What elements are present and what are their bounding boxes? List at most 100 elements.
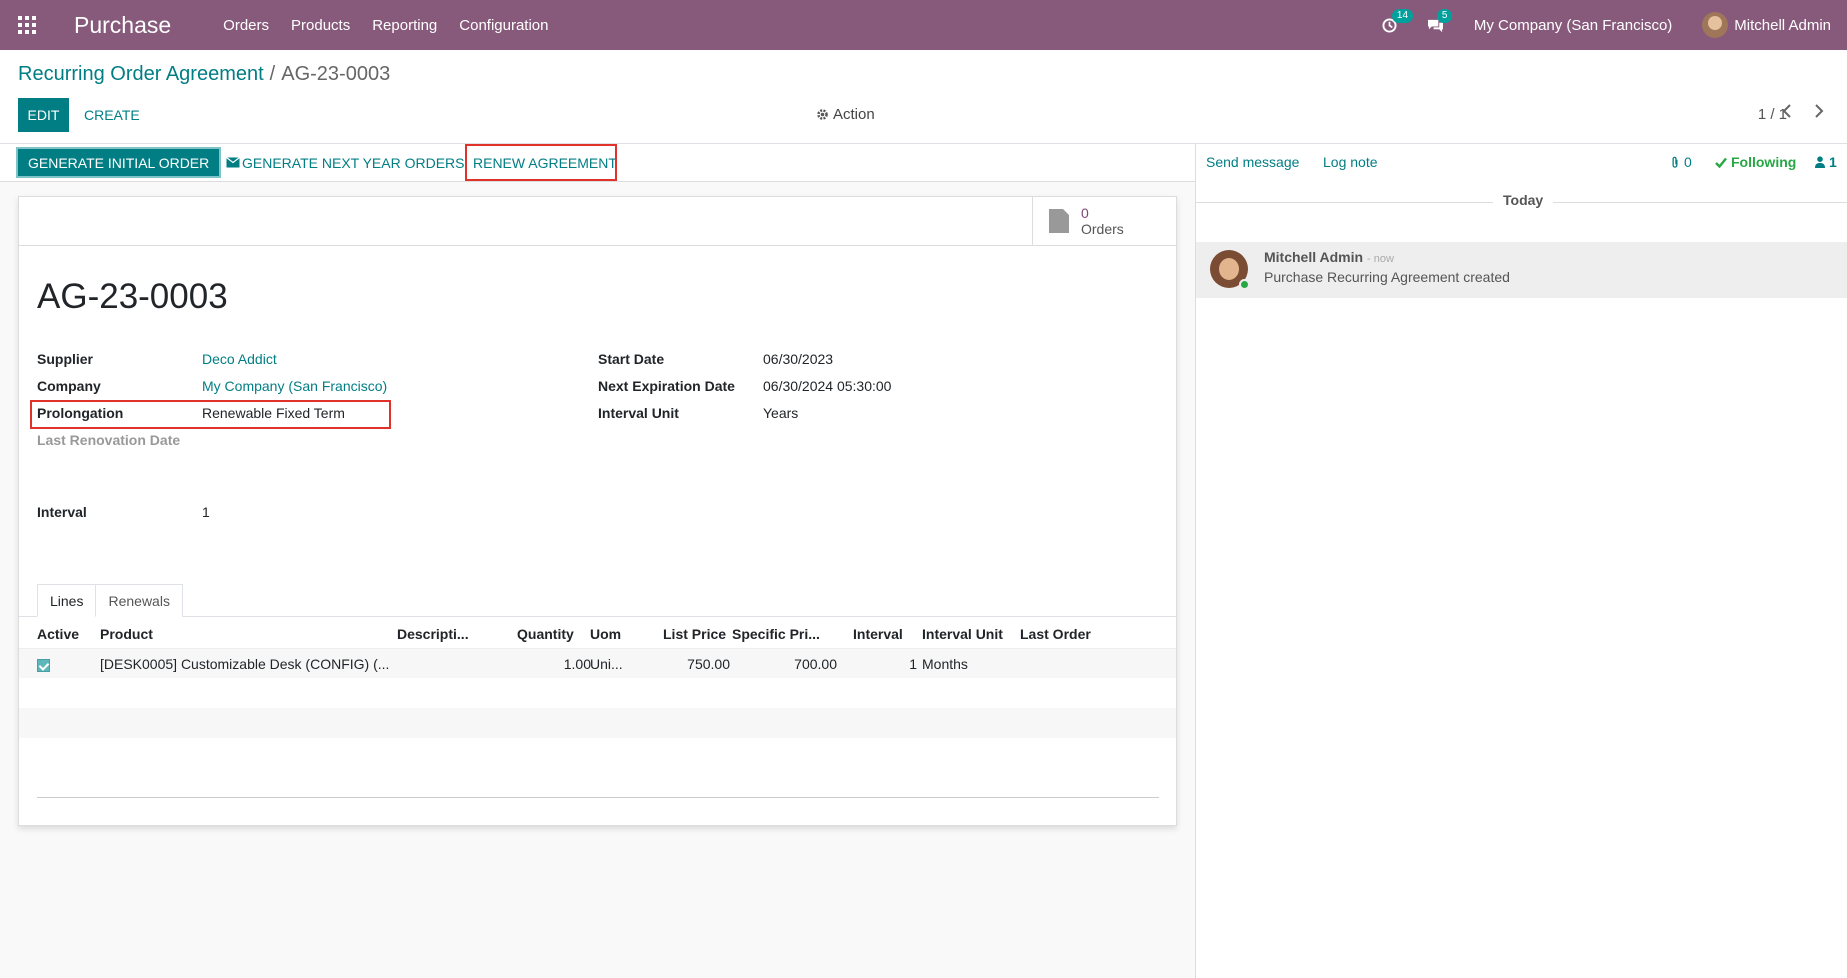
col-product[interactable]: Product (100, 626, 153, 642)
top-navbar: Purchase Orders Products Reporting Confi… (0, 0, 1847, 50)
orders-count: 0 (1081, 205, 1089, 221)
interval-value: 1 (202, 504, 210, 520)
interval-unit-value: Years (763, 405, 799, 421)
tab-lines[interactable]: Lines (37, 584, 97, 617)
breadcrumb: Recurring Order Agreement / AG-23-0003 (18, 63, 390, 86)
renew-highlight-box (465, 144, 617, 181)
empty-row (19, 678, 1176, 708)
breadcrumb-current: AG-23-0003 (281, 63, 391, 85)
action-label: Action (833, 106, 875, 123)
form-statusbar: GENERATE INITIAL ORDER GENERATE NEXT YEA… (0, 144, 1195, 182)
following-button[interactable]: Following (1715, 154, 1796, 170)
log-note-button[interactable]: Log note (1323, 154, 1378, 170)
row-quantity: 1.00 (563, 656, 591, 672)
last-renovation-date-label: Last Renovation Date (37, 432, 181, 448)
user-avatar (1702, 12, 1729, 38)
chatter-panel: Send message Log note 0 Following 1 Toda… (1195, 144, 1847, 978)
col-uom[interactable]: Uom (590, 626, 621, 642)
prolongation-highlight-box (30, 400, 391, 429)
user-menu[interactable]: Mitchell Admin (1702, 12, 1831, 38)
chevron-right-icon[interactable] (1813, 104, 1825, 118)
row-interval-unit: Months (922, 656, 968, 672)
envelope-icon (226, 157, 240, 168)
col-last-order[interactable]: Last Order (1020, 626, 1091, 642)
following-label: Following (1731, 154, 1797, 170)
breadcrumb-separator: / (269, 63, 276, 85)
row-interval: 1 (909, 656, 917, 672)
tabs-underline (19, 616, 1176, 617)
record-title: AG-23-0003 (37, 277, 228, 316)
create-button[interactable]: CREATE (84, 98, 140, 132)
paperclip-icon (1672, 156, 1678, 168)
attachments-button[interactable]: 0 (1670, 154, 1692, 170)
col-interval[interactable]: Interval (853, 626, 903, 642)
row-list-price: 750.00 (687, 656, 730, 672)
company-switcher[interactable]: My Company (San Francisco) (1474, 17, 1672, 34)
start-date-value: 06/30/2023 (763, 351, 834, 367)
action-menu[interactable]: Action (816, 106, 875, 123)
lines-table-header: Active Product Descripti... Quantity Uom… (19, 618, 1176, 648)
generate-next-year-orders-label: GENERATE NEXT YEAR ORDERS (242, 154, 465, 171)
button-box: 0 Orders (19, 197, 1176, 246)
col-quantity[interactable]: Quantity (517, 626, 574, 642)
check-icon (1715, 157, 1727, 168)
notebook-tabs: Lines Renewals (37, 584, 183, 617)
tab-renewals[interactable]: Renewals (96, 584, 183, 617)
menu-reporting[interactable]: Reporting (372, 17, 437, 34)
table-footer-line (37, 797, 1159, 798)
empty-row (19, 738, 1176, 768)
menu-configuration[interactable]: Configuration (459, 17, 548, 34)
message-author[interactable]: Mitchell Admin - now (1264, 249, 1394, 265)
orders-label: Orders (1081, 221, 1124, 237)
col-interval-unit[interactable]: Interval Unit (922, 626, 1003, 642)
attachments-count: 0 (1684, 154, 1692, 170)
activity-button[interactable]: 14 (1382, 8, 1414, 33)
row-product: [DESK0005] Customizable Desk (CONFIG) (.… (100, 656, 390, 672)
chatter-message: Mitchell Admin - now Purchase Recurring A… (1196, 242, 1847, 298)
message-author-name: Mitchell Admin (1264, 249, 1364, 265)
messages-button[interactable]: 5 (1427, 8, 1453, 33)
chevron-left-icon[interactable] (1781, 104, 1793, 118)
active-checkbox[interactable] (37, 659, 50, 672)
app-name[interactable]: Purchase (74, 12, 171, 39)
date-separator-label: Today (1493, 192, 1554, 208)
menu-products[interactable]: Products (291, 17, 350, 34)
generate-next-year-orders-button[interactable]: GENERATE NEXT YEAR ORDERS (226, 147, 465, 178)
interval-label: Interval (37, 504, 87, 520)
empty-row (19, 708, 1176, 738)
company-value[interactable]: My Company (San Francisco) (202, 378, 387, 394)
generate-initial-order-button[interactable]: GENERATE INITIAL ORDER (16, 147, 222, 178)
next-expiration-date-value: 06/30/2024 05:30:00 (763, 378, 892, 394)
supplier-value[interactable]: Deco Addict (202, 351, 277, 367)
next-expiration-date-label: Next Expiration Date (598, 378, 735, 394)
user-name: Mitchell Admin (1734, 16, 1831, 34)
table-row[interactable]: [DESK0005] Customizable Desk (CONFIG) (.… (19, 648, 1176, 678)
online-status-icon (1239, 279, 1250, 290)
file-icon (1049, 209, 1069, 233)
row-specific-price: 700.00 (794, 656, 837, 672)
breadcrumb-parent[interactable]: Recurring Order Agreement (18, 63, 264, 85)
user-icon (1815, 156, 1825, 168)
message-body: Purchase Recurring Agreement created (1264, 269, 1510, 285)
supplier-label: Supplier (37, 351, 94, 367)
col-specific-price[interactable]: Specific Pri... (732, 626, 820, 642)
orders-stat-button[interactable]: 0 Orders (1032, 197, 1176, 245)
col-description[interactable]: Descripti... (397, 626, 469, 642)
company-label: Company (37, 378, 101, 394)
followers-count: 1 (1829, 154, 1837, 170)
gear-icon (817, 109, 828, 120)
activity-count-badge: 14 (1391, 8, 1414, 23)
form-sheet: 0 Orders AG-23-0003 Supplier Deco Addict… (18, 196, 1177, 826)
col-active[interactable]: Active (37, 626, 79, 642)
interval-unit-label: Interval Unit (598, 405, 679, 421)
apps-menu-icon[interactable] (18, 16, 38, 34)
col-list-price[interactable]: List Price (663, 626, 726, 642)
row-uom: Uni... (590, 656, 623, 672)
followers-button[interactable]: 1 (1815, 154, 1837, 170)
messages-count-badge: 5 (1436, 8, 1453, 23)
start-date-label: Start Date (598, 351, 665, 367)
send-message-button[interactable]: Send message (1206, 154, 1299, 170)
edit-button[interactable]: EDIT (18, 98, 69, 132)
message-date: - now (1367, 253, 1394, 265)
menu-orders[interactable]: Orders (223, 17, 269, 34)
